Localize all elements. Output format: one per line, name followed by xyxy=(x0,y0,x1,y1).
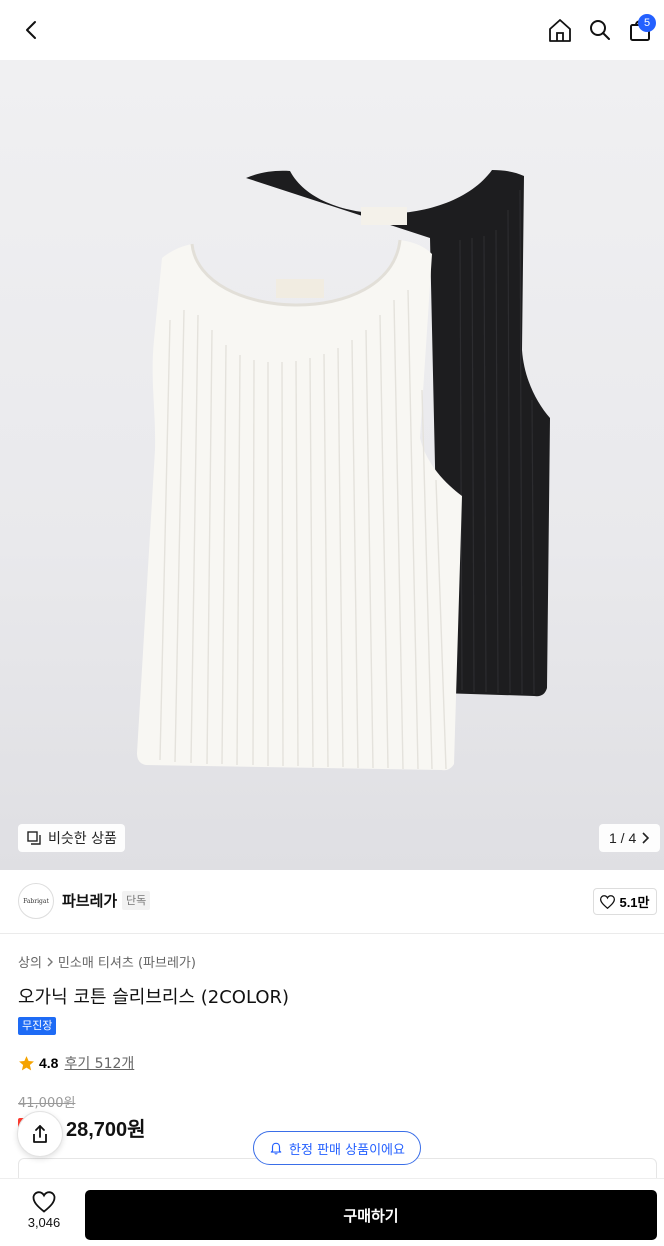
product-photo xyxy=(137,170,550,771)
original-price: 41,000원 xyxy=(18,1096,76,1111)
page-indicator-text: 1 / 4 xyxy=(609,830,637,846)
chevron-right-icon xyxy=(47,957,53,966)
bottom-action-bar: 3,046 구매하기 xyxy=(0,1178,664,1246)
image-page-indicator[interactable]: 1 / 4 xyxy=(599,824,661,852)
similar-products-button[interactable]: 비슷한 상품 xyxy=(18,824,125,852)
search-icon xyxy=(590,20,610,40)
breadcrumb-parent[interactable]: 상의 xyxy=(18,952,42,971)
white-tank-label xyxy=(276,279,324,298)
limited-sale-notice[interactable]: 한정 판매 상품이에요 xyxy=(253,1131,421,1165)
chevron-right-icon xyxy=(642,832,650,844)
limited-sale-text: 한정 판매 상품이에요 xyxy=(289,1142,405,1158)
bell-icon xyxy=(270,1142,282,1155)
buy-button[interactable]: 구매하기 xyxy=(85,1190,657,1240)
breadcrumb: 상의 민소매 티셔츠 (파브레가) xyxy=(18,952,196,971)
brand-name[interactable]: 파브레가 xyxy=(62,890,117,911)
brand-logo-text: Fabrigat xyxy=(23,897,49,905)
back-button[interactable] xyxy=(14,12,50,48)
rating-summary: 4.8 후기 512개 xyxy=(18,1053,134,1073)
chevron-left-icon xyxy=(26,21,36,39)
home-button[interactable] xyxy=(542,12,578,48)
share-button[interactable] xyxy=(17,1111,63,1157)
black-tank-label xyxy=(361,207,407,225)
rating-score: 4.8 xyxy=(39,1055,59,1071)
brand-likes-count: 5.1만 xyxy=(619,895,650,910)
heart-icon xyxy=(32,1191,56,1213)
wishlist-button[interactable]: 3,046 xyxy=(18,1191,70,1230)
free-shipping-badge: 무진장 xyxy=(18,1017,57,1035)
breadcrumb-child[interactable]: 민소매 티셔츠 (파브레가) xyxy=(58,952,196,971)
similar-products-label: 비슷한 상품 xyxy=(48,831,117,847)
exclusive-tag: 단독 xyxy=(122,891,151,910)
star-icon xyxy=(19,1055,34,1070)
reviews-link[interactable]: 후기 512개 xyxy=(64,1053,134,1073)
product-title: 오가닉 코튼 슬리브리스 (2COLOR) xyxy=(18,987,290,1008)
home-icon xyxy=(549,19,571,42)
share-icon xyxy=(33,1125,47,1143)
heart-icon xyxy=(600,894,616,909)
top-navigation-bar: 5 xyxy=(0,0,664,60)
cart-count-badge: 5 xyxy=(638,14,656,32)
product-image[interactable] xyxy=(0,60,664,870)
similar-items-icon xyxy=(27,831,41,845)
sale-price: 28,700원 xyxy=(66,1119,146,1141)
brand-like-button[interactable]: 5.1만 xyxy=(593,888,657,915)
brand-row[interactable]: Fabrigat 파브레가 단독 5.1만 xyxy=(0,870,664,934)
wishlist-count: 3,046 xyxy=(27,1215,61,1230)
search-button[interactable] xyxy=(582,12,618,48)
brand-logo[interactable]: Fabrigat xyxy=(18,883,54,919)
